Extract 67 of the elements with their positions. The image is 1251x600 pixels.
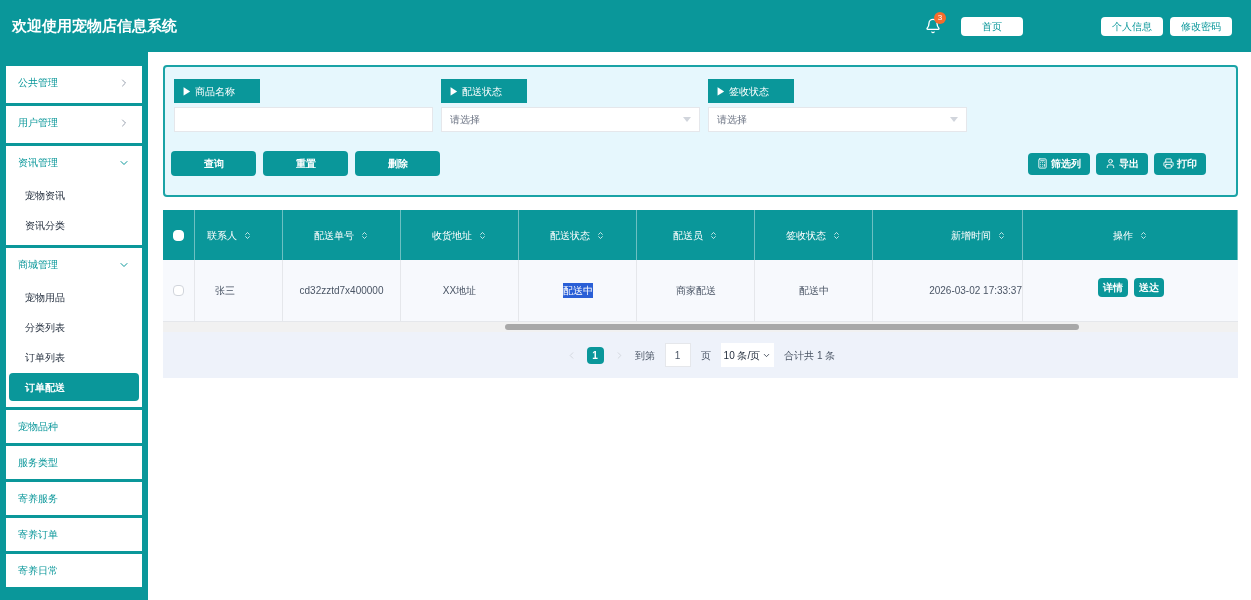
group-label: 用户管理 [18,116,58,130]
sort-icon [243,230,252,240]
notification-badge: 3 [934,12,946,24]
sidebar-subitem[interactable]: 订单配送 [9,373,139,401]
page-button[interactable]: 1 [586,346,604,364]
row-button[interactable]: 送达 [1133,278,1164,297]
app-title: 欢迎使用宠物店信息系统 [12,15,177,36]
caret-icon [683,117,691,122]
sort-icon [1138,230,1148,240]
header-button[interactable]: 修改密码 [1170,16,1232,36]
header-button[interactable]: 首页 [961,16,1023,36]
table-cell-text: cd32zztd7x400000 [299,284,384,298]
page-input[interactable]: 1 [664,343,691,367]
sidebar-subitem[interactable]: 宠物资讯 [9,181,139,209]
caret-icon [950,117,958,122]
goto-label: 到第 [634,348,655,363]
group-label: 公共管理 [18,76,58,90]
page-size-select[interactable]: 10 条/页 [720,343,775,367]
sort-icon [596,230,605,240]
filter-label: ▶ 配送状态 [441,79,527,103]
table-cell-text: 商家配送 [675,284,716,298]
toolbar-button[interactable]: 导出 [1096,152,1148,175]
header-button[interactable]: 个人信息 [1101,16,1163,36]
total-count: 合计共 1 条 [784,348,836,363]
checkbox[interactable] [173,285,184,296]
sidebar-subitem[interactable]: 资讯分类 [9,211,139,239]
table-cell: 配送中 [562,283,593,298]
select-field[interactable]: 请选择 [441,107,700,132]
sort-icon [709,230,718,240]
row-button[interactable]: 详情 [1097,278,1128,297]
printer-icon [1163,158,1174,169]
sidebar-item[interactable]: 寄养订单 [6,518,142,551]
toolbar-button[interactable]: 打印 [1154,152,1206,175]
table-cell-text: 张三 [215,284,235,298]
sidebar-group-header[interactable]: 商城管理 [6,248,142,281]
sidebar-group-header[interactable]: 资讯管理 [6,146,142,179]
filter-label: ▶ 签收状态 [708,79,794,103]
sort-icon [832,230,841,240]
sidebar-item[interactable]: 寄养日常 [6,554,142,587]
page-unit: 页 [700,348,711,363]
sidebar-item[interactable]: 寄养服务 [6,482,142,515]
sidebar-subitem[interactable]: 分类列表 [9,313,139,341]
sidebar-item[interactable]: 服务类型 [6,446,142,479]
input-field[interactable] [174,107,433,132]
action-button[interactable]: 删除 [355,151,440,176]
select-field[interactable]: 请选择 [708,107,967,132]
group-label: 资讯管理 [18,156,58,170]
sidebar-subitem[interactable]: 订单列表 [9,343,139,371]
table-cell-text: XX地址 [442,284,477,298]
user-icon [1105,158,1116,169]
group-label: 商城管理 [18,258,58,272]
toolbar-button[interactable]: 筛选列 [1028,152,1090,175]
sort-icon [997,230,1006,240]
bell-icon[interactable] [925,18,941,34]
table-cell-text: 配送中 [798,284,829,298]
sort-icon [478,230,487,240]
sidebar-subitem[interactable]: 宠物用品 [9,283,139,311]
sidebar-item[interactable]: 宠物品种 [6,410,142,443]
sort-icon [360,230,369,240]
sidebar-group-header[interactable]: 公共管理 [6,66,142,99]
filter-label: ▶ 商品名称 [174,79,260,103]
sidebar-group-header[interactable]: 用户管理 [6,106,142,139]
action-button[interactable]: 查询 [171,151,256,176]
action-button[interactable]: 重置 [263,151,348,176]
calculator-icon [1037,158,1048,169]
horizontal-scrollbar[interactable] [163,322,1238,332]
table-cell-text: 2026-03-02 17:33:37 [929,284,1022,298]
